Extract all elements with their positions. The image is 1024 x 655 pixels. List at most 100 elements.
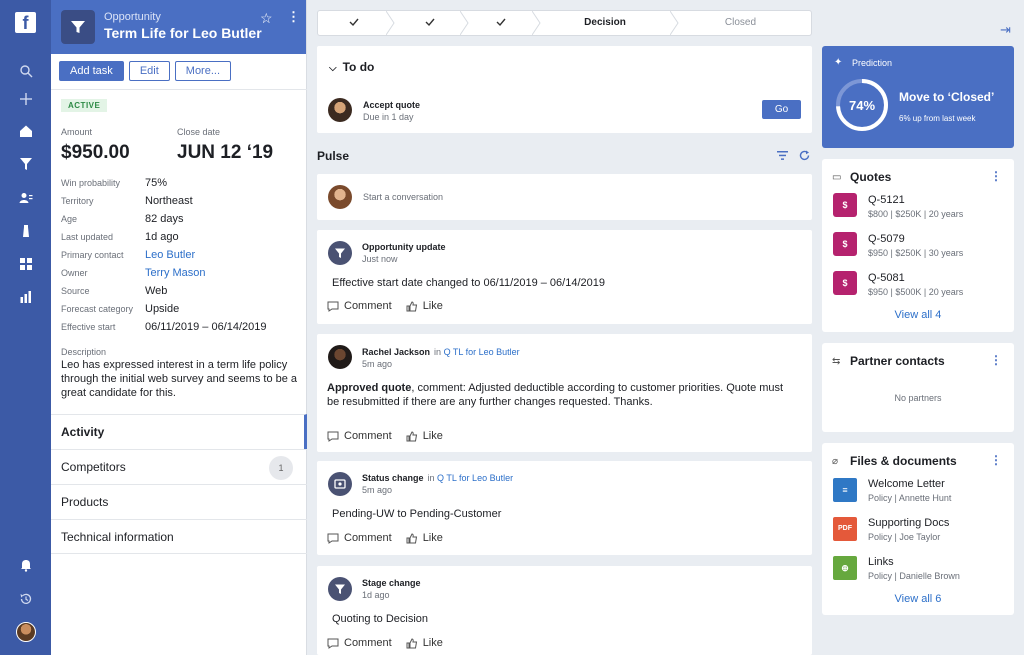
sparkle-icon: ✦ — [834, 57, 843, 68]
tab-products[interactable]: Products — [51, 484, 307, 519]
todo-header[interactable]: ⌵ To do — [329, 60, 374, 74]
todo-card: ⌵ To do Accept quote Due in 1 day Go — [317, 46, 812, 133]
view-all-quotes-link[interactable]: View all 4 — [822, 309, 1014, 321]
context-link[interactable]: Q TL for Leo Butler — [437, 473, 513, 483]
comment-button[interactable]: Comment — [327, 300, 392, 312]
history-icon[interactable] — [17, 590, 34, 607]
feed-post: Rachel Jackson in Q TL for Leo Butler 5m … — [317, 334, 812, 452]
description-text: Leo has expressed interest in a term lif… — [61, 359, 298, 399]
post-body: Effective start date changed to 06/11/20… — [332, 277, 605, 289]
in-label: in — [434, 347, 442, 357]
more-options-icon[interactable]: ⋮ — [990, 453, 1002, 467]
field-value: 06/11/2019 – 06/14/2019 — [145, 321, 267, 333]
apps-icon[interactable] — [17, 255, 34, 272]
home-icon[interactable] — [17, 122, 34, 139]
like-button[interactable]: Like — [406, 430, 443, 442]
opportunity-header: Opportunity Term Life for Leo Butler ☆ ⋮ — [51, 0, 306, 54]
search-icon[interactable] — [17, 62, 34, 79]
filter-icon[interactable] — [777, 150, 788, 164]
like-button[interactable]: Like — [406, 637, 443, 649]
description-label: Description — [61, 347, 107, 357]
field-value: Upside — [145, 303, 180, 315]
feed-post: Status change in Q TL for Leo Butler 5m a… — [317, 461, 812, 555]
user-avatar[interactable] — [16, 622, 36, 642]
like-button[interactable]: Like — [406, 532, 443, 544]
feed-post: Opportunity update Just now Effective st… — [317, 230, 812, 324]
count-badge: 1 — [269, 456, 293, 480]
edit-button[interactable]: Edit — [128, 61, 170, 81]
stage-path: Decision Closed — [317, 10, 812, 36]
comment-button[interactable]: Comment — [327, 532, 392, 544]
tab-competitors[interactable]: Competitors 1 — [51, 449, 307, 484]
bell-icon[interactable] — [17, 556, 34, 573]
post-title: Stage change — [362, 578, 421, 588]
comment-button[interactable]: Comment — [327, 637, 392, 649]
star-icon[interactable]: ☆ — [260, 10, 273, 27]
funnel-icon — [328, 577, 352, 601]
go-button[interactable]: Go — [762, 100, 801, 119]
comment-label: Comment — [344, 637, 392, 649]
tab-technical-information[interactable]: Technical information — [51, 519, 307, 554]
more-button[interactable]: More... — [174, 61, 231, 81]
file-name[interactable]: Welcome Letter — [868, 478, 945, 490]
add-icon[interactable] — [17, 90, 34, 107]
post-actions: Comment Like — [327, 637, 443, 649]
todo-title: To do — [342, 60, 375, 74]
field-label: Win probability — [61, 178, 121, 188]
feed-post: Stage change 1d ago Quoting to Decision … — [317, 566, 812, 655]
globe-icon: ⊕ — [833, 556, 857, 580]
post-actions: Comment Like — [327, 532, 443, 544]
tab-activity[interactable]: Activity — [51, 414, 307, 449]
add-task-button[interactable]: Add task — [59, 61, 124, 81]
conversation-composer[interactable]: Start a conversation — [317, 174, 812, 220]
stage-complete-2[interactable] — [394, 11, 466, 35]
pulse-title: Pulse — [317, 149, 350, 163]
composer-placeholder[interactable]: Start a conversation — [363, 192, 443, 202]
post-title: Status change in Q TL for Leo Butler — [362, 473, 513, 483]
app-logo[interactable]: f — [15, 12, 36, 33]
view-all-files-link[interactable]: View all 6 — [822, 593, 1014, 605]
reports-icon[interactable] — [17, 288, 34, 305]
file-meta: Policy | Danielle Brown — [868, 571, 960, 581]
collapse-panel-icon[interactable]: ⇥ — [1000, 22, 1011, 38]
author-name[interactable]: Rachel Jackson — [362, 347, 430, 357]
comment-label: Comment — [344, 430, 392, 442]
comment-label: Comment — [344, 532, 392, 544]
field-label: Age — [61, 214, 78, 224]
file-name[interactable]: Supporting Docs — [868, 517, 949, 529]
prediction-label: Prediction — [852, 58, 893, 68]
quote-id[interactable]: Q-5081 — [868, 272, 905, 284]
refresh-icon[interactable] — [799, 150, 810, 164]
comment-button[interactable]: Comment — [327, 430, 392, 442]
post-time: 5m ago — [362, 485, 393, 495]
stage-complete-3[interactable] — [468, 11, 533, 35]
quote-id[interactable]: Q-5079 — [868, 233, 905, 245]
partner-contacts-card: ⇆ Partner contacts ⋮ No partners — [822, 343, 1014, 432]
funnel-icon[interactable] — [17, 155, 34, 172]
quotes-card: ▭ Quotes ⋮ $ Q-5121 $800 | $250K | 20 ye… — [822, 159, 1014, 332]
task-title[interactable]: Accept quote — [363, 100, 420, 110]
files-card: ⌀ Files & documents ⋮ ≡ Welcome Letter P… — [822, 443, 1014, 615]
amount-value: $950.00 — [61, 142, 130, 163]
stage-closed[interactable]: Closed — [678, 11, 803, 35]
tab-label: Activity — [61, 425, 105, 439]
file-name[interactable]: Links — [868, 556, 894, 568]
post-body: Quoting to Decision — [332, 613, 428, 625]
comment-icon — [327, 431, 339, 442]
contacts-icon[interactable] — [17, 189, 34, 206]
post-time: Just now — [362, 254, 398, 264]
stage-complete-1[interactable] — [318, 11, 390, 35]
lighthouse-icon[interactable] — [17, 222, 34, 239]
context-link[interactable]: Q TL for Leo Butler — [444, 347, 520, 357]
quote-id[interactable]: Q-5121 — [868, 194, 905, 206]
owner-link[interactable]: Terry Mason — [145, 267, 206, 279]
quote-detail: $950 | $500K | 20 years — [868, 287, 964, 297]
stage-decision[interactable]: Decision — [540, 11, 670, 35]
like-button[interactable]: Like — [406, 300, 443, 312]
field-label: Source — [61, 286, 90, 296]
partners-title: Partner contacts — [850, 354, 945, 368]
more-options-icon[interactable]: ⋮ — [990, 353, 1002, 367]
more-options-icon[interactable]: ⋮ — [990, 169, 1002, 183]
more-options-icon[interactable]: ⋮ — [287, 9, 300, 25]
primary-contact-link[interactable]: Leo Butler — [145, 249, 195, 261]
